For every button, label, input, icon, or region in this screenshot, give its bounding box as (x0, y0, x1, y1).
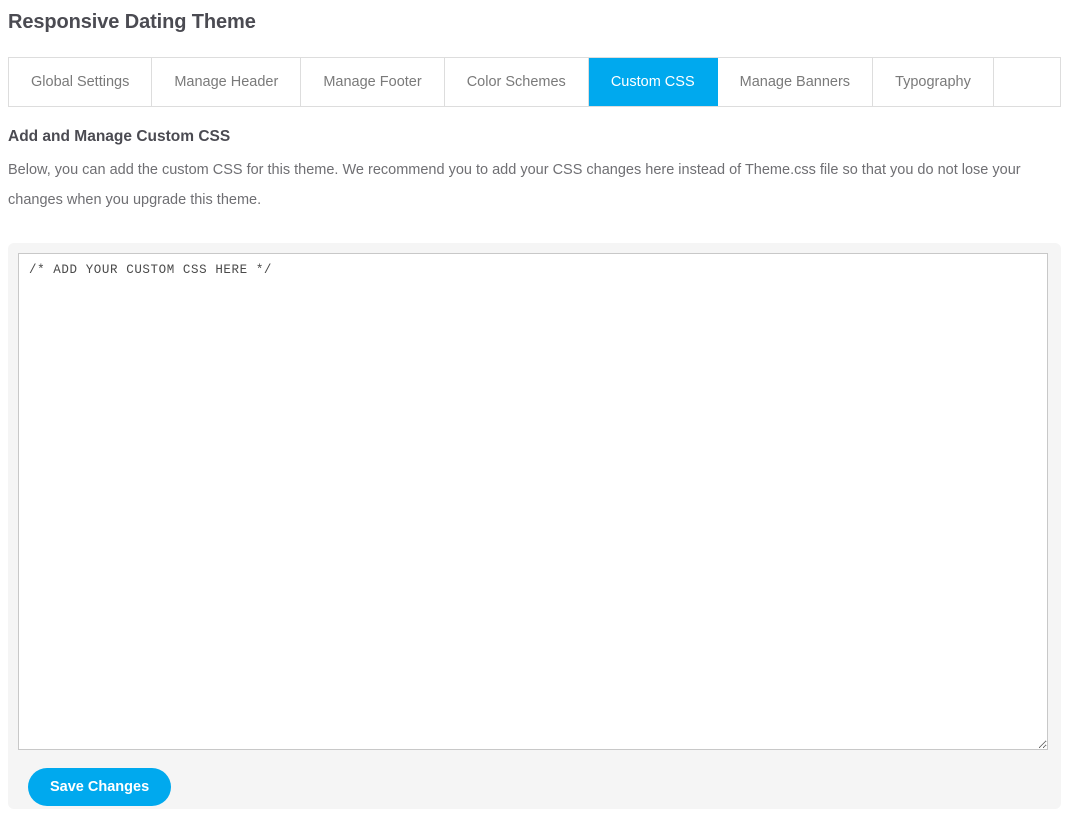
section-heading: Add and Manage Custom CSS (8, 128, 231, 145)
tab-custom-css[interactable]: Custom CSS (588, 58, 718, 106)
tab-label: Global Settings (31, 74, 130, 90)
page-title: Responsive Dating Theme (8, 11, 256, 33)
tab-label: Manage Header (174, 74, 279, 90)
tab-label: Custom CSS (610, 74, 695, 90)
tab-label: Manage Banners (739, 74, 851, 90)
tab-label: Color Schemes (466, 74, 566, 90)
tab-manage-header[interactable]: Manage Header (152, 58, 302, 106)
tab-manage-banners[interactable]: Manage Banners (717, 58, 874, 106)
theme-options-tab-bar: Global Settings Manage Header Manage Foo… (8, 57, 1061, 107)
tab-bar-filler (993, 58, 1060, 106)
tab-label: Typography (895, 74, 971, 90)
custom-css-editor-panel: Save Changes (8, 243, 1061, 809)
tab-global-settings[interactable]: Global Settings (9, 58, 153, 106)
section-description: Below, you can add the custom CSS for th… (8, 162, 1021, 208)
tab-manage-footer[interactable]: Manage Footer (301, 58, 445, 106)
custom-css-textarea[interactable] (18, 253, 1048, 750)
tab-color-schemes[interactable]: Color Schemes (444, 58, 589, 106)
save-changes-button[interactable]: Save Changes (28, 768, 172, 806)
theme-options-page: Responsive Dating Theme Global Settings … (0, 0, 1067, 818)
tab-typography[interactable]: Typography (873, 58, 994, 106)
tab-label: Manage Footer (323, 74, 422, 90)
